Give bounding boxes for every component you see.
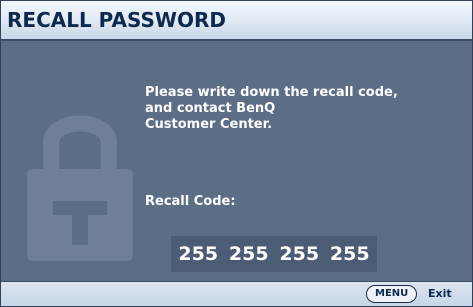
recall-code-display: 255 255 255 255 xyxy=(171,236,377,272)
recall-code-segment: 255 xyxy=(178,243,219,265)
recall-code-label: Recall Code: xyxy=(145,194,236,209)
recall-code-segment: 255 xyxy=(228,243,269,265)
recall-code-segment: 255 xyxy=(329,243,370,265)
footer-bar: MENU Exit xyxy=(1,281,472,306)
title-bar: RECALL PASSWORD xyxy=(1,1,472,41)
message-line: and contact BenQ xyxy=(145,101,276,116)
menu-key-button[interactable]: MENU xyxy=(366,285,418,303)
recall-code-segment: 255 xyxy=(279,243,320,265)
padlock-icon xyxy=(27,115,133,261)
message-line: Please write down the recall code, xyxy=(145,85,398,100)
instruction-message: Please write down the recall code, and c… xyxy=(145,85,445,133)
exit-label: Exit xyxy=(428,287,452,300)
recall-password-dialog: RECALL PASSWORD Please write down the re… xyxy=(0,0,473,307)
dialog-body: Please write down the recall code, and c… xyxy=(1,41,472,281)
dialog-title: RECALL PASSWORD xyxy=(7,8,226,32)
message-line: Customer Center. xyxy=(145,117,273,132)
